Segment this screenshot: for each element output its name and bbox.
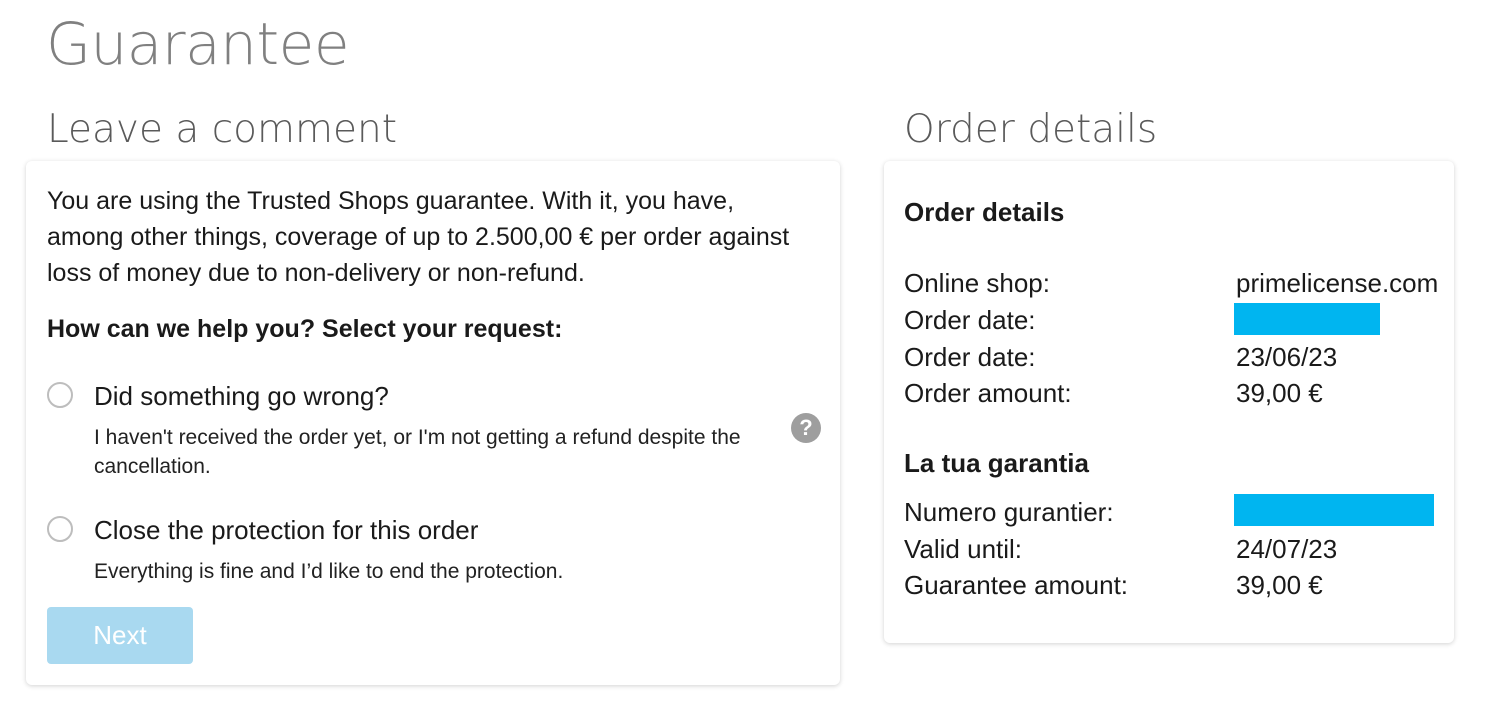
detail-row-online-shop: Online shop: primelicense.com bbox=[904, 265, 1438, 301]
option-title: Close the protection for this order bbox=[94, 515, 479, 545]
leave-comment-title: Leave a comment bbox=[47, 107, 397, 152]
detail-row-order-date-2: Order date: 23/06/23 bbox=[904, 339, 1434, 375]
detail-value: 23/06/23 bbox=[1236, 342, 1338, 372]
detail-value: 39,00 € bbox=[1236, 570, 1323, 600]
next-button[interactable]: Next bbox=[47, 607, 193, 664]
order-card: Order details Online shop: primelicense.… bbox=[884, 161, 1454, 643]
option-title: Did something go wrong? bbox=[94, 381, 389, 411]
detail-row-guarantee-amount: Guarantee amount: 39,00 € bbox=[904, 567, 1434, 603]
option-description: Everything is fine and I’d like to end t… bbox=[94, 560, 564, 583]
request-prompt: How can we help you? Select your request… bbox=[47, 315, 563, 343]
detail-value: primelicense.com bbox=[1236, 268, 1439, 298]
option-description: I haven't received the order yet, or I'm… bbox=[94, 426, 741, 478]
page-title: Guarantee bbox=[46, 10, 350, 78]
comment-card: You are using the Trusted Shops guarante… bbox=[26, 161, 840, 685]
redacted-value bbox=[1234, 303, 1380, 335]
detail-row-order-date: Order date: bbox=[904, 302, 1434, 338]
guarantee-heading: La tua garantia bbox=[904, 448, 1089, 478]
detail-value: 24/07/23 bbox=[1236, 534, 1338, 564]
detail-label: Online shop: bbox=[904, 268, 1050, 298]
radio-unchecked-icon[interactable] bbox=[47, 382, 73, 408]
detail-label: Order date: bbox=[904, 305, 1036, 335]
order-details-heading: Order details bbox=[904, 197, 1065, 227]
detail-label: Guarantee amount: bbox=[904, 570, 1129, 600]
detail-value: 39,00 € bbox=[1236, 378, 1323, 408]
detail-row-guarantee-number: Numero gurantier: bbox=[904, 494, 1434, 530]
detail-row-valid-until: Valid until: 24/07/23 bbox=[904, 531, 1434, 567]
detail-row-order-amount: Order amount: 39,00 € bbox=[904, 375, 1434, 411]
detail-label: Order date: bbox=[904, 342, 1036, 372]
detail-label: Numero gurantier: bbox=[904, 497, 1114, 527]
guarantee-intro-text: You are using the Trusted Shops guarante… bbox=[47, 187, 790, 287]
order-details-title: Order details bbox=[904, 107, 1158, 152]
detail-label: Valid until: bbox=[904, 534, 1023, 564]
detail-label: Order amount: bbox=[904, 378, 1072, 408]
redacted-value bbox=[1234, 494, 1434, 526]
radio-unchecked-icon[interactable] bbox=[47, 516, 73, 542]
question-circle-icon[interactable]: ? bbox=[791, 413, 821, 443]
